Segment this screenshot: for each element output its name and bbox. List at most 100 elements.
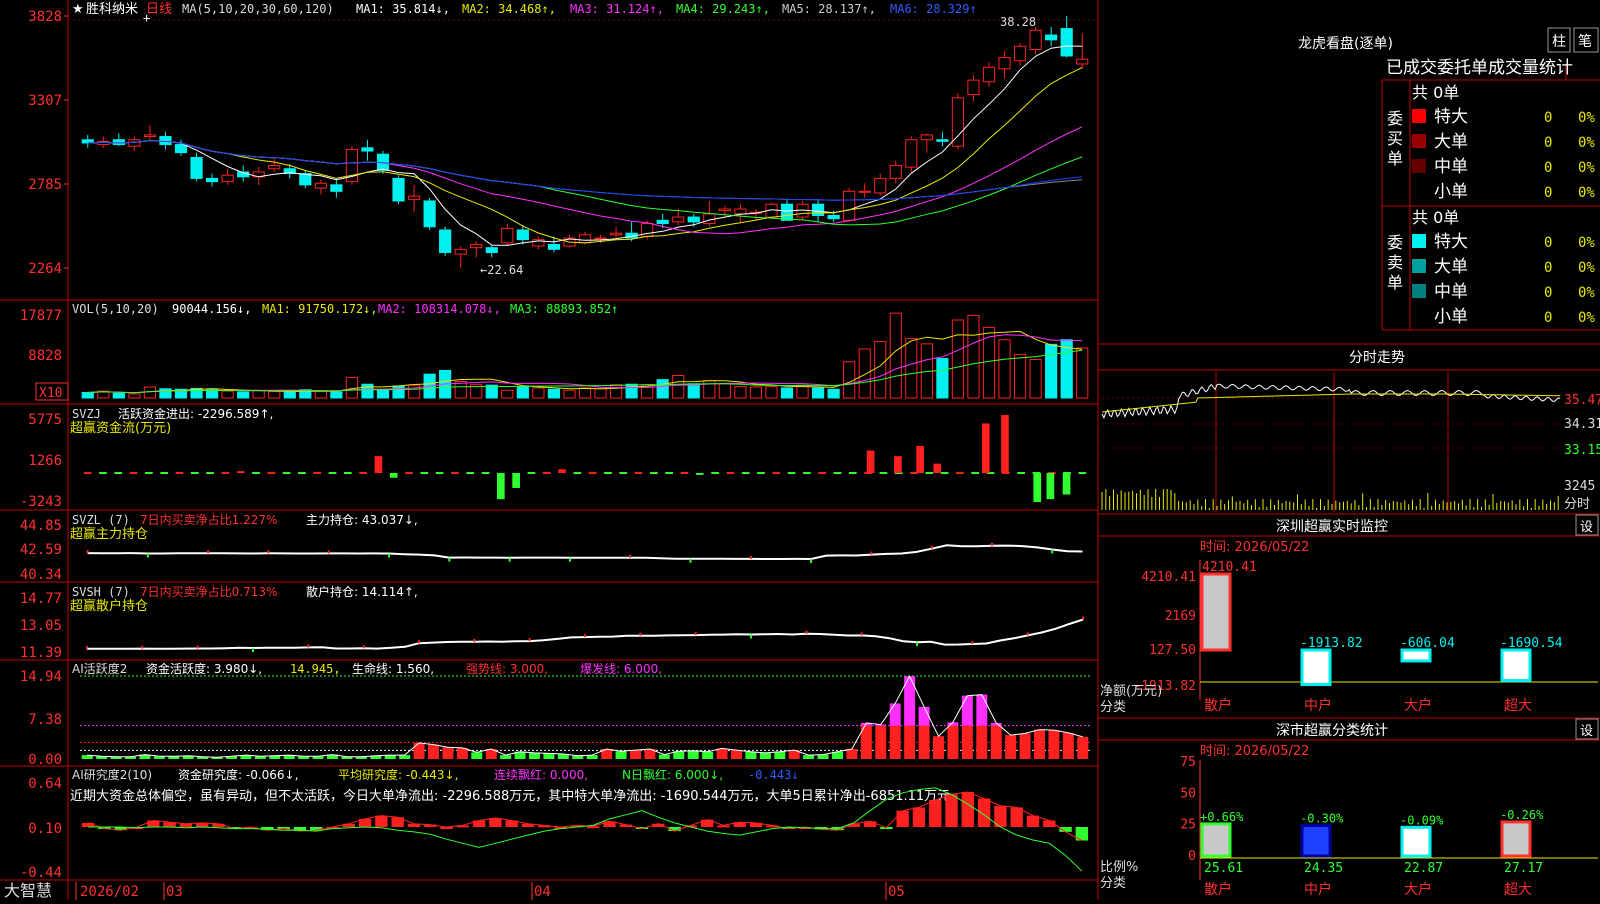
- volume-bar: [998, 339, 1011, 399]
- candle: [547, 243, 561, 250]
- candle: [361, 147, 374, 152]
- candle: [811, 203, 825, 216]
- fund-flow-bar: [343, 472, 352, 474]
- ai1-t4: 强势线: 3.000,: [466, 662, 548, 676]
- fund-flow-bar: [981, 423, 990, 473]
- ratio-value-label: 27.17: [1504, 861, 1543, 876]
- buy-row-pct: 0%: [1578, 110, 1595, 126]
- net-amount-bar: [1400, 648, 1432, 663]
- research-bar: [375, 815, 388, 827]
- fund-flow-bar: [634, 472, 643, 474]
- fund-flow-bar: [818, 472, 827, 474]
- activity-bar: [745, 751, 757, 759]
- volume-bar: [361, 383, 374, 399]
- candle: [501, 227, 514, 244]
- quote-window: ★ 胜科纳米 日线 MA(5,10,20,30,60,120) MA1: 35.…: [0, 0, 1600, 900]
- ratio-change-label: -0.26%: [1500, 808, 1544, 822]
- sell-row-swatch: [1412, 259, 1426, 273]
- date-tick: 04: [534, 884, 551, 900]
- sell-row-name: 特大: [1434, 232, 1468, 252]
- monitor-settings-label[interactable]: 设: [1580, 520, 1593, 535]
- activity-bar: [875, 725, 887, 759]
- research-bar: [896, 810, 909, 827]
- fund-flow-bar: [420, 472, 429, 474]
- candle: [609, 232, 623, 236]
- volume-bar: [1013, 353, 1027, 399]
- candle: [407, 195, 421, 200]
- vol-label: VOL(5,10,20): [72, 302, 159, 316]
- sell-row-pct: 0%: [1578, 260, 1595, 276]
- fund-flow-bar: [527, 472, 536, 474]
- activity-bar: [1077, 736, 1089, 759]
- fund-flow-bar: [1078, 472, 1087, 474]
- activity-bar: [1019, 733, 1031, 759]
- fund-flow-bar: [925, 472, 934, 474]
- ai1-ytick: 7.38: [28, 712, 62, 728]
- stock-name[interactable]: 胜科纳米: [86, 2, 138, 17]
- volume-bar: [81, 391, 94, 399]
- ai2-comment: 近期大资金总体偏空，虽有异动，但不太活跃，今日大单净流出: -2296.588万…: [70, 788, 963, 804]
- volume-bar: [578, 387, 592, 399]
- fund-flow-bar: [866, 450, 875, 473]
- sell-row-count: 0: [1544, 285, 1552, 301]
- candle: [967, 79, 980, 96]
- svg-text:+: +: [143, 11, 150, 25]
- main-ytick: 3307: [28, 93, 62, 109]
- research-bar: [961, 791, 975, 827]
- ai2-ytick: 0.64: [28, 776, 62, 792]
- buy-row-count: 0: [1544, 135, 1552, 151]
- fund-flow-bar: [757, 472, 765, 474]
- candle: [330, 184, 343, 192]
- monitor-ytick: 2169: [1165, 609, 1196, 624]
- fund-flow-bar: [588, 472, 597, 474]
- volume-bar: [547, 388, 561, 399]
- tab-stroke[interactable]: 笔: [1578, 34, 1592, 50]
- ma-label: MA(5,10,20,30,60,120): [182, 2, 334, 16]
- volume-bar: [765, 386, 778, 399]
- research-bar: [945, 794, 958, 827]
- candle: [423, 200, 436, 228]
- brand-label: 大智慧: [4, 881, 52, 900]
- main-ytick: 3828: [28, 9, 62, 25]
- classify-ytick: 75: [1180, 755, 1196, 770]
- candle: [672, 216, 685, 223]
- candle: [703, 213, 716, 225]
- ai2-t3: 连续飘红: 0.000,: [494, 767, 588, 782]
- ai1-ytick: 14.94: [20, 669, 62, 685]
- buy-row-count: 0: [1544, 160, 1552, 176]
- fund-flow-bar: [206, 472, 214, 474]
- fund-flow-bar: [619, 472, 628, 474]
- activity-bar: [716, 748, 728, 759]
- volume-bar: [1076, 347, 1089, 399]
- ratio-category: 中户: [1304, 881, 1332, 898]
- candle: [734, 208, 747, 215]
- ai2-ytick: -0.44: [20, 865, 62, 881]
- volume-bar: [905, 337, 918, 399]
- buy-row-name: 大单: [1434, 132, 1468, 152]
- activity-bar: [846, 749, 858, 759]
- intraday-ytick: 35.47: [1564, 393, 1600, 408]
- activity-bar: [399, 755, 411, 759]
- ai2-t1: 资金研究度: -0.066↓,: [178, 767, 298, 782]
- fund-flow-bar: [695, 473, 704, 475]
- classify-settings-label[interactable]: 设: [1580, 724, 1593, 739]
- ratio-change-label: -0.09%: [1400, 813, 1444, 827]
- fund-flow-bar: [221, 472, 230, 474]
- fund-flow-bar: [99, 472, 107, 474]
- net-amount-category: 中户: [1304, 697, 1332, 714]
- activity-bar: [702, 751, 714, 759]
- net-amount-bar: [1300, 648, 1332, 687]
- candle: [578, 234, 592, 244]
- fund-flow-bar: [787, 472, 796, 474]
- volume-bar: [874, 341, 887, 399]
- ratio-value-label: 22.87: [1404, 861, 1443, 876]
- activity-bar: [658, 754, 670, 759]
- volume-bar: [221, 390, 234, 399]
- volume-bar: [780, 387, 794, 399]
- tab-bar[interactable]: 柱: [1552, 34, 1566, 50]
- sell-row-count: 0: [1544, 260, 1552, 276]
- ratio-change-label: +0.66%: [1200, 810, 1244, 824]
- volume-bar: [609, 384, 623, 399]
- candle: [656, 219, 669, 225]
- ma4-value: MA4: 29.243↑,: [676, 2, 770, 16]
